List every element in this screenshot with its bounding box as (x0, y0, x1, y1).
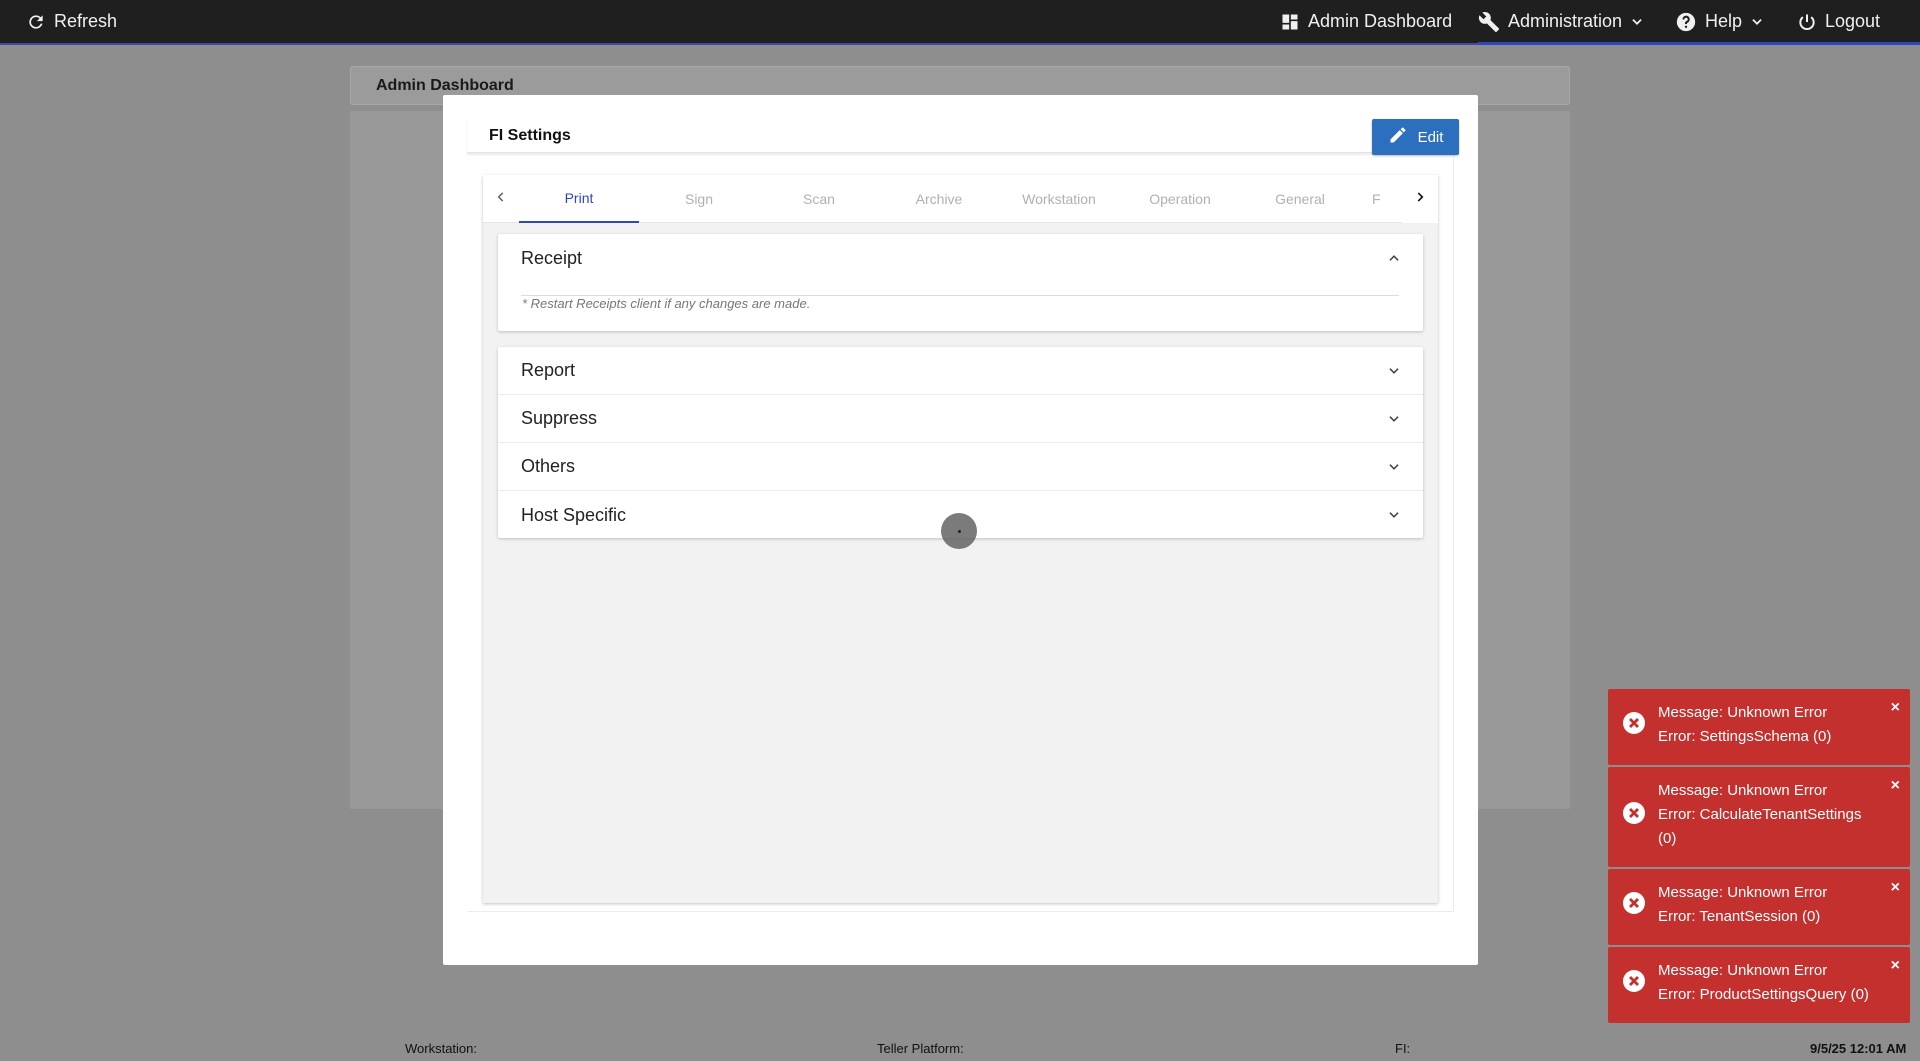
workstation-status: Workstation: (405, 1041, 478, 1056)
report-panel-header[interactable]: Report (498, 347, 1423, 395)
receipt-panel-header[interactable]: Receipt (498, 234, 1423, 282)
others-panel-header[interactable]: Others (498, 443, 1423, 491)
settings-sections: Report Suppress Others Host Specific (498, 347, 1423, 538)
chevron-down-icon (1387, 460, 1401, 474)
top-navigation-bar: Refresh Admin Dashboard Administration H… (0, 0, 1920, 45)
mouse-cursor-indicator (941, 513, 977, 549)
refresh-icon (26, 12, 46, 32)
others-panel-title: Others (521, 456, 576, 476)
admin-dashboard-link[interactable]: Admin Dashboard (1280, 0, 1452, 43)
chevron-down-icon (1750, 15, 1764, 29)
logout-label: Logout (1825, 11, 1881, 31)
close-icon[interactable]: × (1891, 880, 1900, 896)
close-icon[interactable]: × (1891, 778, 1900, 794)
dashboard-icon (1280, 12, 1300, 32)
receipt-panel-title: Receipt (521, 247, 583, 268)
toast-message: Message: Unknown Error (1658, 704, 1828, 721)
toast-error: Error: SettingsSchema (0) (1658, 728, 1832, 745)
error-toast: Message: Unknown Error Error: TenantSess… (1608, 869, 1910, 945)
error-icon (1622, 801, 1646, 833)
chevron-down-icon (1387, 412, 1401, 426)
toast-message: Message: Unknown Error (1658, 782, 1828, 799)
admin-dashboard-label: Admin Dashboard (1308, 11, 1453, 31)
help-icon (1675, 11, 1697, 33)
error-icon (1622, 891, 1646, 923)
error-toast: Message: Unknown Error Error: CalculateT… (1608, 767, 1910, 867)
tab-print[interactable]: Print (519, 175, 639, 223)
help-menu[interactable]: Help (1675, 0, 1764, 43)
dialog-title: FI Settings (489, 127, 571, 144)
status-bar: Workstation: Teller Platform: FI: 9/5/25… (0, 1036, 1920, 1061)
toast-error: Error: CalculateTenantSettings (0) (1658, 806, 1862, 847)
toast-error: Error: TenantSession (0) (1658, 908, 1821, 925)
chevron-left-icon (494, 190, 508, 209)
tab-scan[interactable]: Scan (759, 175, 879, 223)
power-icon (1797, 12, 1817, 32)
suppress-panel-header[interactable]: Suppress (498, 395, 1423, 443)
administration-label: Administration (1508, 11, 1623, 31)
suppress-panel-title: Suppress (521, 408, 598, 428)
refresh-button[interactable]: Refresh (26, 0, 117, 43)
close-icon[interactable]: × (1891, 958, 1900, 974)
chevron-down-icon (1630, 15, 1644, 29)
topbar-active-indicator (1478, 42, 1920, 45)
fi-status: FI: (1395, 1041, 1411, 1056)
chevron-right-icon (1413, 190, 1427, 209)
error-toast: Message: Unknown Error Error: SettingsSc… (1608, 689, 1910, 765)
toast-message: Message: Unknown Error (1658, 884, 1828, 901)
tabs-scroll-left-button[interactable] (483, 175, 519, 223)
tab-general[interactable]: General (1240, 175, 1360, 223)
error-toast: Message: Unknown Error Error: ProductSet… (1608, 947, 1910, 1023)
administration-menu[interactable]: Administration (1478, 0, 1644, 43)
dialog-header: FI Settings Edit (467, 119, 1459, 155)
chevron-down-icon (1387, 364, 1401, 378)
wrench-icon (1478, 11, 1500, 33)
tab-archive[interactable]: Archive (879, 175, 999, 223)
tab-sign[interactable]: Sign (639, 175, 759, 223)
close-icon[interactable]: × (1891, 700, 1900, 716)
host-specific-panel-title: Host Specific (521, 504, 627, 525)
report-panel-title: Report (521, 360, 576, 380)
edit-button[interactable]: Edit (1372, 119, 1459, 155)
help-label: Help (1705, 11, 1743, 31)
chevron-down-icon (1387, 508, 1401, 522)
receipt-panel: Receipt * Restart Receipts client if any… (498, 234, 1423, 331)
tab-workstation[interactable]: Workstation (999, 175, 1119, 223)
toast-message: Message: Unknown Error (1658, 962, 1828, 979)
chevron-up-icon (1387, 251, 1401, 265)
teller-platform-status: Teller Platform: (877, 1041, 964, 1056)
receipt-restart-note: * Restart Receipts client if any changes… (522, 296, 811, 311)
refresh-label: Refresh (54, 11, 118, 31)
toast-error: Error: ProductSettingsQuery (0) (1658, 986, 1869, 1003)
tab-partial[interactable]: F (1360, 175, 1402, 223)
edit-label: Edit (1417, 128, 1444, 146)
settings-tabs: Print Sign Scan Archive Workstation Oper… (483, 175, 1438, 223)
tab-operation[interactable]: Operation (1120, 175, 1240, 223)
tabs-scroll-right-button[interactable] (1402, 175, 1438, 223)
datetime-status: 9/5/25 12:01 AM (1810, 1041, 1907, 1056)
pencil-icon (1388, 125, 1408, 149)
error-icon (1622, 969, 1646, 1001)
error-icon (1622, 711, 1646, 743)
logout-button[interactable]: Logout (1797, 0, 1880, 43)
